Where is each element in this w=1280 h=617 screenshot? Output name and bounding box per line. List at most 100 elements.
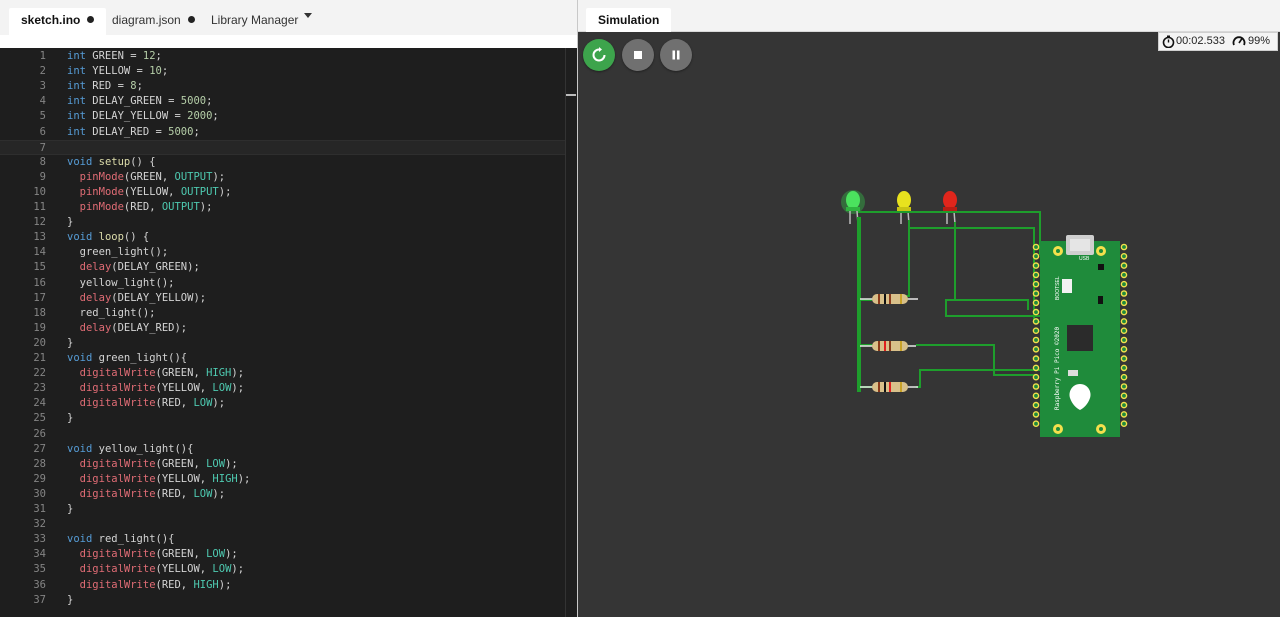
board-pin[interactable] bbox=[1120, 336, 1128, 344]
code-line[interactable]: 21 void green_light(){ bbox=[0, 351, 577, 366]
board-pin[interactable] bbox=[1120, 355, 1128, 362]
editor-scrollbar[interactable] bbox=[565, 48, 577, 617]
board-pin[interactable] bbox=[1032, 373, 1040, 381]
code-line[interactable]: 5 int DELAY_YELLOW = 2000; bbox=[0, 109, 577, 124]
board-pin[interactable] bbox=[1120, 262, 1128, 269]
led-green[interactable] bbox=[841, 190, 865, 225]
code-line[interactable]: 9 pinMode(GREEN, OUTPUT); bbox=[0, 170, 577, 185]
board-pin[interactable] bbox=[1120, 411, 1128, 418]
simulation-canvas[interactable]: USB BOOTSEL Raspberry Pi Pico ©2020 bbox=[578, 32, 1280, 617]
resistor-2[interactable] bbox=[860, 341, 916, 351]
code-line[interactable]: 3 int RED = 8; bbox=[0, 79, 577, 94]
board-pin[interactable] bbox=[1032, 271, 1040, 279]
board-pin[interactable] bbox=[1032, 392, 1040, 400]
tab-simulation[interactable]: Simulation bbox=[586, 8, 672, 32]
code-line[interactable]: 26 bbox=[0, 427, 577, 442]
code-line[interactable]: 8 void setup() { bbox=[0, 155, 577, 170]
board-pin[interactable] bbox=[1120, 280, 1128, 288]
board-pin[interactable] bbox=[1032, 364, 1040, 372]
code-line[interactable]: 30 digitalWrite(RED, LOW); bbox=[0, 487, 577, 502]
code-text: int GREEN = 12; bbox=[67, 50, 162, 62]
code-line[interactable]: 20} bbox=[0, 336, 577, 351]
tab-library-manager[interactable]: Library Manager bbox=[199, 8, 310, 32]
code-line[interactable]: 7 bbox=[0, 139, 577, 155]
board-pin[interactable] bbox=[1120, 327, 1128, 335]
board-pin[interactable] bbox=[1032, 299, 1040, 307]
code-line[interactable]: 18 red_light(); bbox=[0, 306, 577, 321]
board-pin[interactable] bbox=[1120, 392, 1128, 400]
code-line[interactable]: 27 void yellow_light(){ bbox=[0, 442, 577, 457]
tab-diagram-json[interactable]: diagram.json bbox=[100, 8, 207, 32]
board-pin[interactable] bbox=[1120, 420, 1128, 428]
code-line[interactable]: 15 delay(DELAY_GREEN); bbox=[0, 260, 577, 275]
board-pin[interactable] bbox=[1032, 280, 1040, 288]
scrollbar-thumb[interactable] bbox=[566, 94, 576, 96]
pause-button[interactable] bbox=[660, 39, 692, 71]
board-pin[interactable] bbox=[1032, 401, 1040, 409]
led-red[interactable] bbox=[943, 191, 957, 225]
board-pin[interactable] bbox=[1120, 243, 1128, 251]
code-line[interactable]: 10 pinMode(YELLOW, OUTPUT); bbox=[0, 185, 577, 200]
resistor-3[interactable] bbox=[860, 382, 918, 392]
restart-button[interactable] bbox=[583, 39, 615, 71]
code-line[interactable]: 19 delay(DELAY_RED); bbox=[0, 321, 577, 336]
board-pin[interactable] bbox=[1120, 308, 1128, 316]
code-line[interactable]: 13 void loop() { bbox=[0, 230, 577, 245]
code-line[interactable]: 24 digitalWrite(RED, LOW); bbox=[0, 396, 577, 411]
code-line[interactable]: 31} bbox=[0, 502, 577, 517]
board-pin[interactable] bbox=[1032, 290, 1040, 297]
board-pin[interactable] bbox=[1120, 345, 1128, 353]
code-line[interactable]: 17 delay(DELAY_YELLOW); bbox=[0, 291, 577, 306]
board-pin[interactable] bbox=[1032, 383, 1040, 390]
code-line[interactable]: 29 digitalWrite(YELLOW, HIGH); bbox=[0, 472, 577, 487]
code-line[interactable]: 37} bbox=[0, 593, 577, 608]
code-line[interactable]: 4 int DELAY_GREEN = 5000; bbox=[0, 94, 577, 109]
board-pin[interactable] bbox=[1120, 252, 1128, 260]
board-pin[interactable] bbox=[1120, 299, 1128, 307]
code-line[interactable]: 23 digitalWrite(YELLOW, LOW); bbox=[0, 381, 577, 396]
code-text: digitalWrite(YELLOW, HIGH); bbox=[79, 472, 251, 485]
board-pin[interactable] bbox=[1120, 401, 1128, 409]
board-pin[interactable] bbox=[1120, 290, 1128, 297]
board-pin[interactable] bbox=[1032, 308, 1040, 316]
board-pin[interactable] bbox=[1032, 243, 1040, 251]
code-editor[interactable]: 1 int GREEN = 12; 2 int YELLOW = 10; 3 int RE… bbox=[0, 48, 577, 617]
code-line[interactable]: 16 yellow_light(); bbox=[0, 276, 577, 291]
code-text: digitalWrite(GREEN, HIGH); bbox=[79, 367, 245, 380]
code-line[interactable]: 34 digitalWrite(GREEN, LOW); bbox=[0, 547, 577, 562]
code-line[interactable]: 12} bbox=[0, 215, 577, 230]
board-pin[interactable] bbox=[1032, 327, 1040, 335]
line-number: 28 bbox=[33, 457, 46, 470]
code-line[interactable]: 32 bbox=[0, 517, 577, 532]
code-line[interactable]: 28 digitalWrite(GREEN, LOW); bbox=[0, 457, 577, 472]
board-pin[interactable] bbox=[1032, 262, 1040, 269]
board-pin[interactable] bbox=[1032, 411, 1040, 418]
board-pin[interactable] bbox=[1120, 373, 1128, 381]
code-line[interactable]: 36 digitalWrite(RED, HIGH); bbox=[0, 578, 577, 593]
code-line[interactable]: 33 void red_light(){ bbox=[0, 532, 577, 547]
code-line[interactable]: 6 int DELAY_RED = 5000; bbox=[0, 125, 577, 140]
tab-sketch-ino[interactable]: sketch.ino bbox=[9, 8, 107, 35]
stop-button[interactable] bbox=[622, 39, 654, 71]
board-pin[interactable] bbox=[1032, 318, 1040, 325]
code-line[interactable]: 2 int YELLOW = 10; bbox=[0, 64, 577, 79]
code-line[interactable]: 25} bbox=[0, 411, 577, 426]
board-pin[interactable] bbox=[1032, 252, 1040, 260]
code-line[interactable]: 1 int GREEN = 12; bbox=[0, 49, 577, 64]
code-line[interactable]: 11 pinMode(RED, OUTPUT); bbox=[0, 200, 577, 215]
caret-down-icon[interactable] bbox=[304, 13, 312, 18]
code-line[interactable]: 14 green_light(); bbox=[0, 245, 577, 260]
line-number: 37 bbox=[33, 593, 46, 606]
board-pin[interactable] bbox=[1032, 355, 1040, 362]
board-pin[interactable] bbox=[1120, 364, 1128, 372]
board-pin[interactable] bbox=[1120, 318, 1128, 325]
board-pin[interactable] bbox=[1032, 345, 1040, 353]
code-line[interactable]: 22 digitalWrite(GREEN, HIGH); bbox=[0, 366, 577, 381]
raspberry-pi-pico-board[interactable]: USB BOOTSEL Raspberry Pi Pico ©2020 bbox=[1032, 235, 1128, 437]
board-pin[interactable] bbox=[1120, 271, 1128, 279]
board-pin[interactable] bbox=[1120, 383, 1128, 390]
code-line[interactable]: 35 digitalWrite(YELLOW, LOW); bbox=[0, 562, 577, 577]
led-yellow[interactable] bbox=[897, 191, 911, 225]
board-pin[interactable] bbox=[1032, 420, 1040, 428]
board-pin[interactable] bbox=[1032, 336, 1040, 344]
